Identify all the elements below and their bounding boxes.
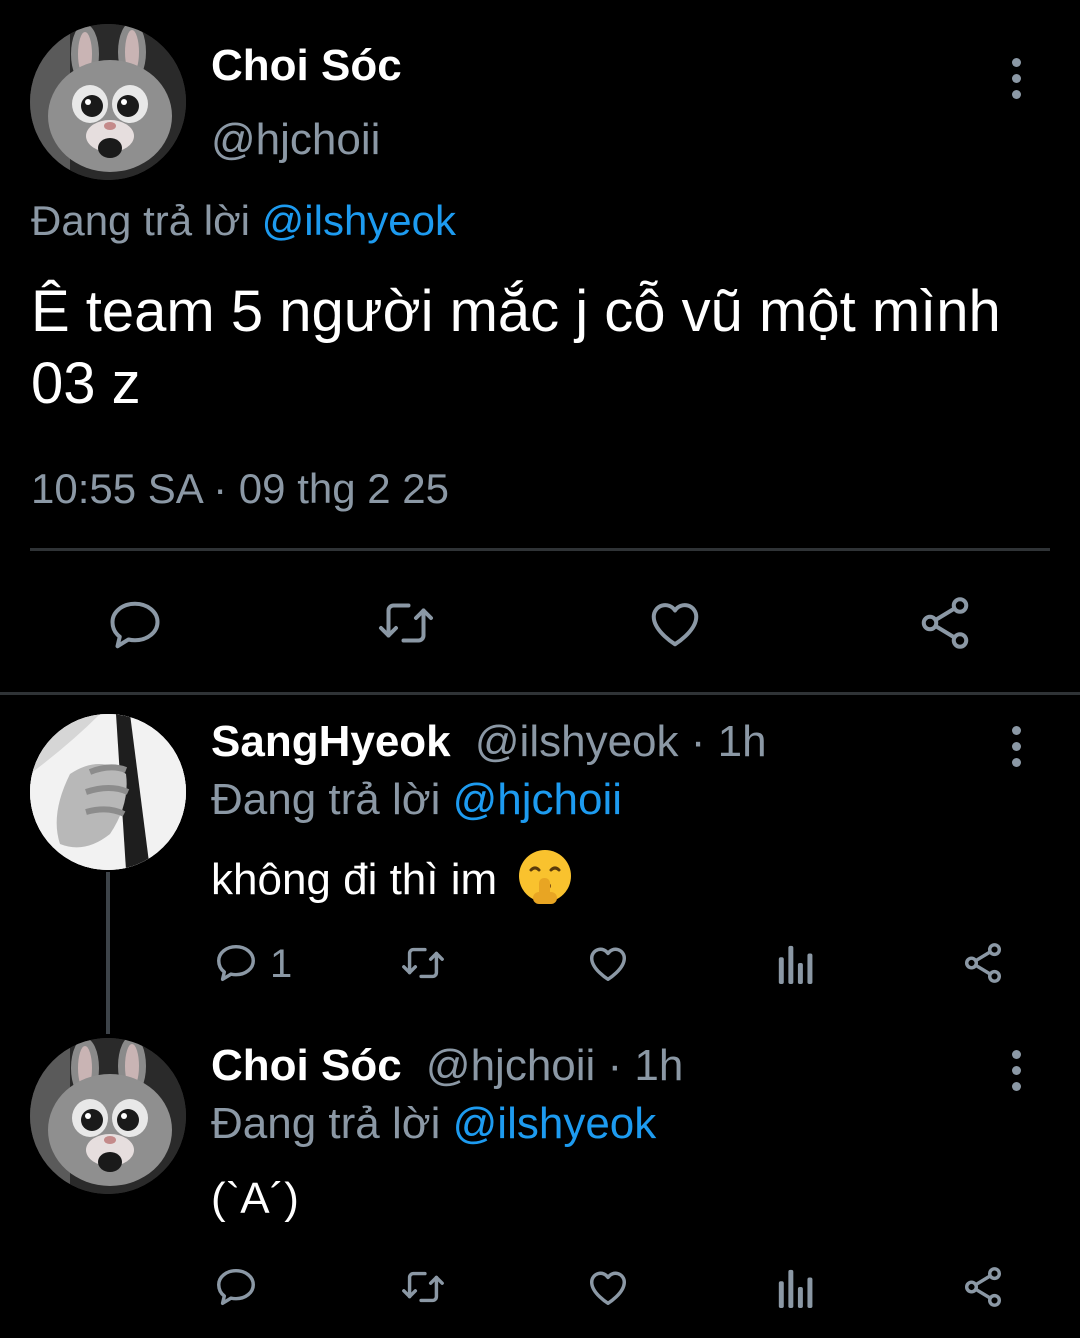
avatar[interactable]	[30, 24, 186, 180]
bunny-avatar-image	[30, 24, 186, 180]
reply-icon[interactable]	[105, 595, 165, 655]
reply-prefix: Đang trả lời	[211, 775, 441, 824]
reply-text: không đi thì im	[211, 848, 573, 917]
reply-context: Đang trả lời @ilshyeok	[211, 1098, 656, 1150]
author-name[interactable]: Choi Sóc	[211, 40, 402, 92]
author-meta[interactable]: @ilshyeok · 1h	[475, 717, 767, 766]
share-icon[interactable]	[960, 939, 1006, 987]
analytics-icon[interactable]	[776, 942, 816, 984]
share-icon[interactable]	[960, 1263, 1006, 1311]
more-options-icon[interactable]	[1011, 58, 1021, 99]
reply-text-content: không đi thì im	[211, 855, 498, 904]
thread-connector-line	[106, 872, 110, 1034]
more-options-icon[interactable]	[1011, 1050, 1021, 1091]
reply-icon[interactable]	[213, 1264, 259, 1310]
avatar[interactable]	[30, 1038, 186, 1194]
shushing-face-emoji	[517, 848, 573, 917]
author-name[interactable]: SangHyeok	[211, 717, 451, 766]
reply-icon[interactable]	[213, 940, 259, 986]
reply-header: Choi Sóc @hjchoii · 1h	[211, 1040, 683, 1092]
more-options-icon[interactable]	[1011, 726, 1021, 767]
avatar[interactable]	[30, 714, 186, 870]
tweet-text-line: Ê team 5 người mắc j cỗ vũ một mình	[31, 279, 1001, 344]
share-icon[interactable]	[915, 592, 975, 654]
analytics-icon[interactable]	[776, 1266, 816, 1308]
author-name[interactable]: Choi Sóc	[211, 1041, 402, 1090]
like-icon[interactable]	[584, 940, 632, 986]
author-meta[interactable]: @hjchoii · 1h	[426, 1041, 683, 1090]
reply-to-link[interactable]: @ilshyeok	[453, 1099, 657, 1148]
reply-count: 1	[270, 942, 293, 986]
reply-header: SangHyeok @ilshyeok · 1h	[211, 716, 767, 768]
section-divider	[0, 692, 1080, 695]
reply-to-link[interactable]: @ilshyeok	[262, 197, 456, 244]
reply-prefix: Đang trả lời	[31, 197, 250, 244]
retweet-icon[interactable]	[397, 940, 449, 986]
retweet-icon[interactable]	[374, 593, 438, 653]
tweet-text-line: 03 z	[31, 351, 141, 416]
reply-context: Đang trả lời @ilshyeok	[31, 196, 456, 246]
like-icon[interactable]	[584, 1264, 632, 1310]
reply-to-link[interactable]: @hjchoii	[453, 775, 622, 824]
timestamp[interactable]: 10:55 SA · 09 thg 2 25	[31, 464, 449, 514]
tweet-text: Ê team 5 người mắc j cỗ vũ một mình 03 z	[31, 276, 1001, 420]
reply-context: Đang trả lời @hjchoii	[211, 774, 622, 826]
author-handle[interactable]: @hjchoii	[211, 114, 380, 166]
reply-prefix: Đang trả lời	[211, 1099, 441, 1148]
divider	[30, 548, 1050, 551]
reply-text: (`A´)	[211, 1174, 299, 1223]
hand-tie-avatar-image	[30, 714, 186, 870]
bunny-avatar-image	[30, 1038, 186, 1194]
retweet-icon[interactable]	[397, 1264, 449, 1310]
like-icon[interactable]	[644, 593, 706, 653]
